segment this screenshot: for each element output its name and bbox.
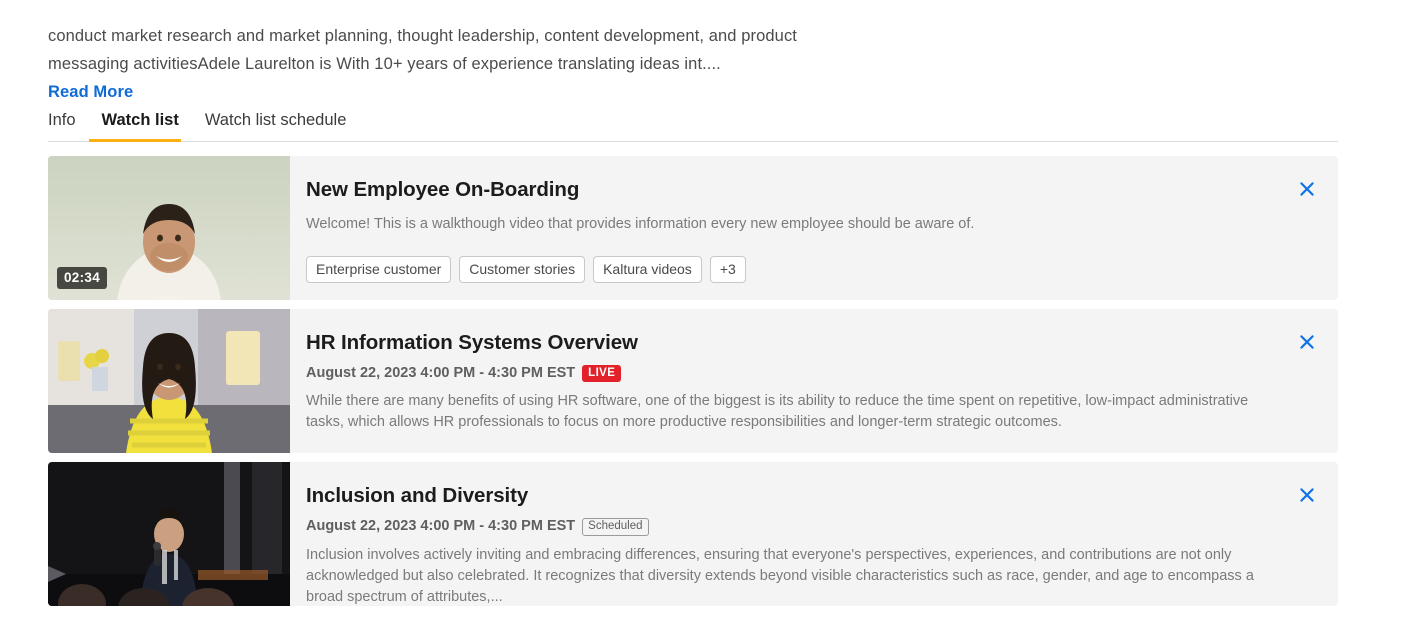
thumbnail-art: [48, 462, 290, 606]
session-schedule-text: August 22, 2023 4:00 PM - 4:30 PM EST: [306, 518, 576, 535]
tag-chip[interactable]: Enterprise customer: [306, 255, 452, 284]
session-schedule: August 22, 2023 4:00 PM - 4:30 PM EST LIV…: [306, 364, 1278, 383]
tag-list: Enterprise customer Customer stories Kaltu…: [306, 255, 1278, 284]
close-icon[interactable]: [1294, 329, 1320, 355]
video-description: Welcome! This is a walkthough video that…: [306, 215, 975, 232]
watch-list-item-body: New Employee On-Boarding Welcome! This is…: [290, 156, 1338, 300]
tag-chip[interactable]: Kaltura videos: [593, 255, 702, 284]
watch-list-item-body: Inclusion and Diversity August 22, 2023 4…: [290, 462, 1338, 606]
video-description: While there are many benefits of using H…: [306, 393, 1249, 431]
status-badge: LIVE: [582, 364, 622, 383]
video-thumbnail[interactable]: [48, 309, 290, 453]
close-icon[interactable]: [1294, 176, 1320, 202]
tab-watch-list-schedule[interactable]: Watch list schedule: [192, 111, 360, 142]
video-title[interactable]: New Employee On-Boarding: [306, 178, 1278, 202]
profile-bio-text: conduct market research and market plann…: [48, 27, 797, 73]
video-description: Inclusion involves actively inviting and…: [306, 547, 1254, 606]
video-title[interactable]: Inclusion and Diversity: [306, 484, 1278, 508]
watch-list-item: Inclusion and Diversity August 22, 2023 4…: [48, 462, 1338, 606]
video-thumbnail[interactable]: 02:34: [48, 156, 290, 300]
tab-bar: Info Watch list Watch list schedule: [48, 90, 1338, 142]
watch-list-item: HR Information Systems Overview August 22…: [48, 309, 1338, 453]
video-thumbnail[interactable]: [48, 462, 290, 606]
watch-list-item-body: HR Information Systems Overview August 22…: [290, 309, 1338, 453]
torn-edge-right: [1388, 0, 1407, 639]
more-tags-chip[interactable]: +3: [709, 255, 746, 284]
session-schedule-text: August 22, 2023 4:00 PM - 4:30 PM EST: [306, 364, 576, 381]
watch-list: 02:34 New Employee On-Boarding Welcome! Th…: [48, 156, 1338, 615]
tab-watch-list[interactable]: Watch list: [88, 111, 192, 142]
thumbnail-art: [48, 309, 290, 453]
session-schedule: August 22, 2023 4:00 PM - 4:30 PM EST Sch…: [306, 517, 1278, 537]
tag-chip[interactable]: Customer stories: [459, 255, 586, 284]
video-title[interactable]: HR Information Systems Overview: [306, 331, 1278, 355]
close-icon[interactable]: [1294, 482, 1320, 508]
video-duration-badge: 02:34: [57, 267, 108, 289]
tab-info[interactable]: Info: [48, 111, 89, 142]
page-content: conduct market research and market plann…: [18, 16, 1388, 622]
watch-list-item: 02:34 New Employee On-Boarding Welcome! Th…: [48, 156, 1338, 300]
screenshot-frame: conduct market research and market plann…: [0, 0, 1407, 639]
status-badge: Scheduled: [582, 517, 649, 537]
